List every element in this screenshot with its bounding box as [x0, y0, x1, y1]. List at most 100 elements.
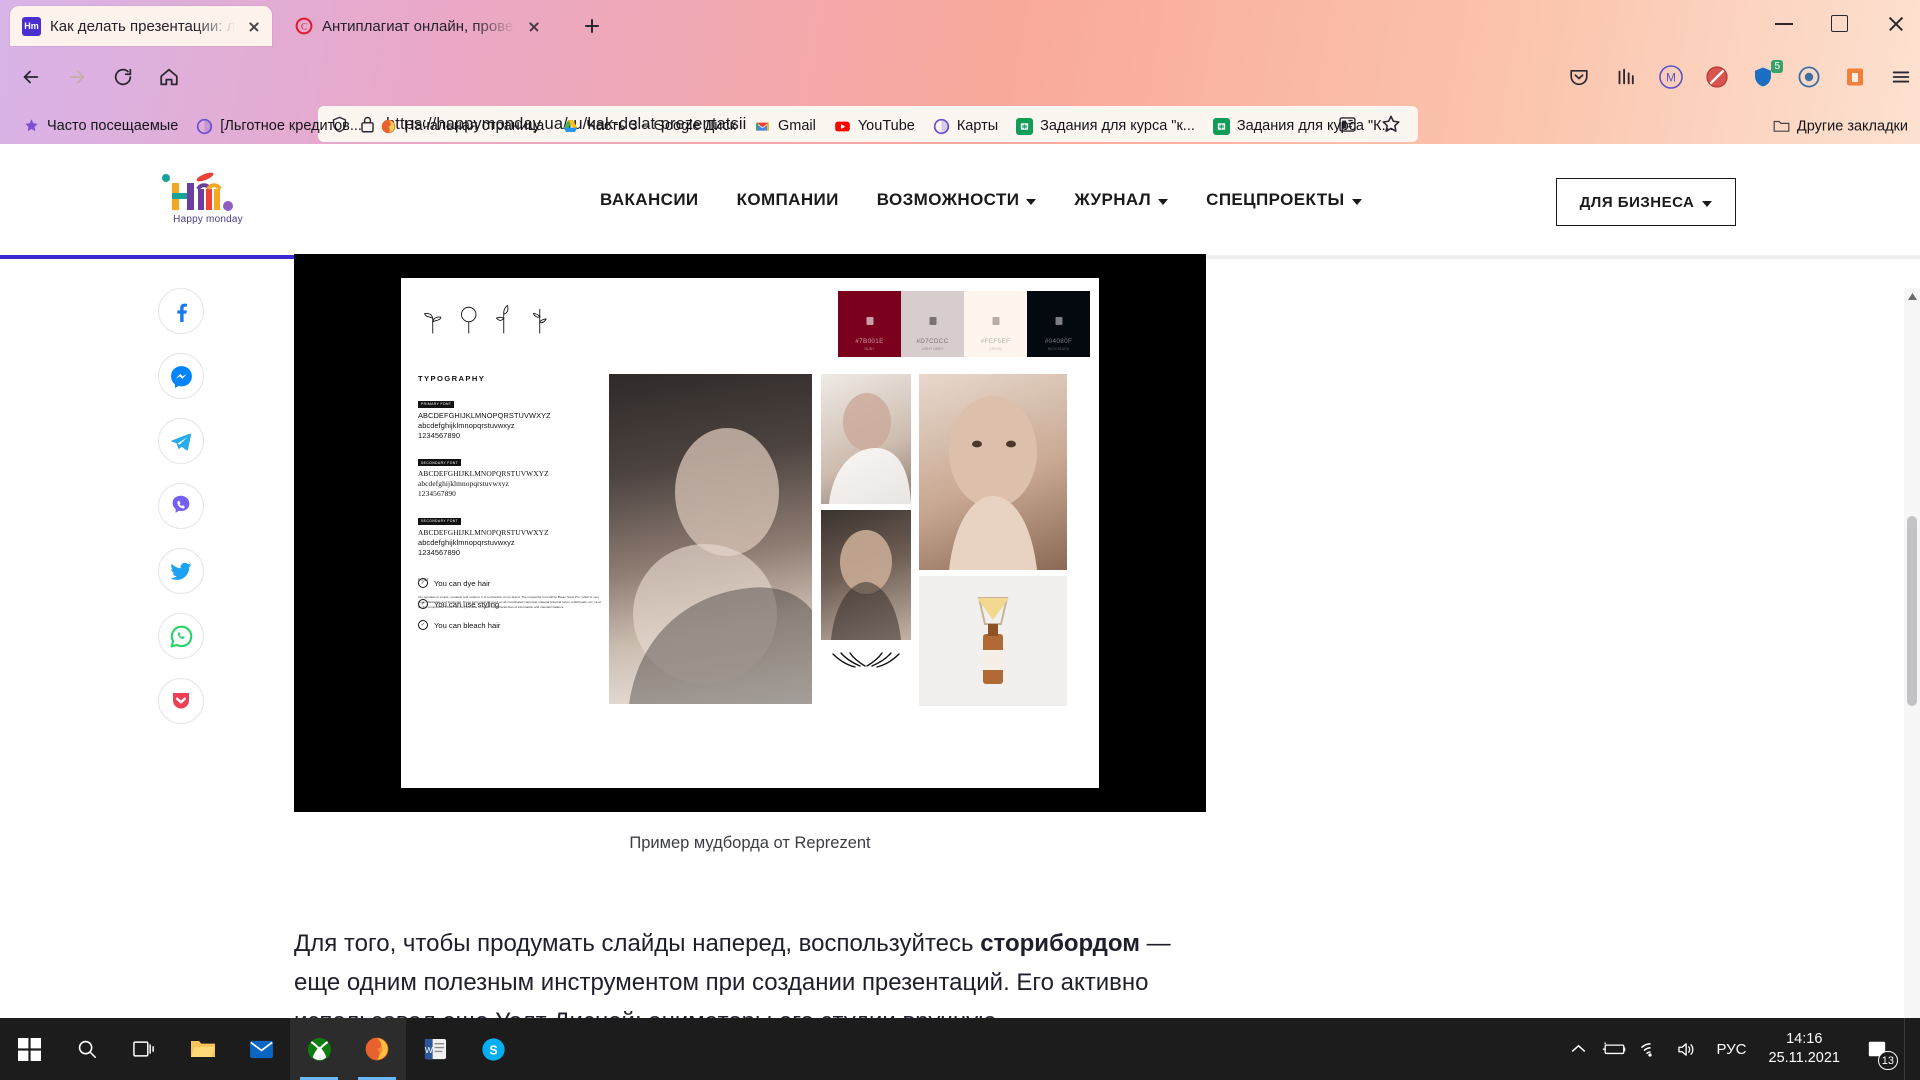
battery-icon[interactable]	[1596, 1018, 1632, 1080]
new-tab-button[interactable]	[578, 12, 606, 40]
for-business-button[interactable]: ДЛЯ БИЗНЕСА	[1556, 178, 1736, 226]
pocket-share-icon[interactable]	[158, 678, 204, 724]
swatch-sub: RICH BLACK	[1047, 347, 1070, 351]
vertical-scrollbar[interactable]	[1904, 288, 1920, 1018]
extension-icon[interactable]	[1790, 58, 1828, 96]
scroll-up-arrow[interactable]	[1904, 288, 1920, 304]
lock-icon	[866, 317, 873, 325]
whatsapp-share-icon[interactable]	[158, 613, 204, 659]
swatch-sub: CREAM	[989, 347, 1002, 351]
bookmark-item-0[interactable]: Часто посещаемые	[14, 114, 187, 139]
bookmark-label: [Льготное кредитов...	[220, 118, 362, 134]
close-window-button[interactable]	[1868, 0, 1920, 46]
reload-button[interactable]	[104, 58, 142, 96]
browser-tab-1[interactable]: Hm Как делать презентации: лайф	[10, 6, 272, 46]
wifi-icon[interactable]	[1632, 1018, 1668, 1080]
article-paragraph: Для того, чтобы продумать слайды наперед…	[294, 924, 1206, 1018]
maps-icon	[933, 118, 950, 135]
forward-button[interactable]	[58, 58, 96, 96]
start-button[interactable]	[0, 1018, 58, 1080]
messenger-share-icon[interactable]	[158, 353, 204, 399]
bullet-item: ✓ You can dye hair	[418, 578, 598, 588]
bookmark-item-7[interactable]: Задания для курса "к...	[1007, 114, 1204, 139]
bookmark-item-4[interactable]: Gmail	[745, 114, 825, 139]
word-button[interactable]: W	[406, 1018, 464, 1080]
xbox-button[interactable]	[290, 1018, 348, 1080]
telegram-share-icon[interactable]	[158, 418, 204, 464]
font-lowercase: abcdefghijklmnopqrstuvwxyz	[418, 537, 515, 547]
search-button[interactable]	[58, 1018, 116, 1080]
firefox-button[interactable]	[348, 1018, 406, 1080]
bookmark-item-1[interactable]: [Льготное кредитов...	[187, 114, 371, 139]
bookmark-item-3[interactable]: Часть 3 – Google Диск	[553, 114, 745, 139]
volume-icon[interactable]	[1668, 1018, 1704, 1080]
font-label: SECONDARY FONT	[418, 517, 462, 525]
clock[interactable]: 14:16 25.11.2021	[1759, 1030, 1851, 1068]
bookmark-item-6[interactable]: Карты	[924, 114, 1007, 139]
favicon-text: Hm	[24, 21, 39, 31]
bookmark-label: Задания для курса "к...	[1040, 118, 1195, 134]
nav-item-opportunities[interactable]: ВОЗМОЖНОСТИ	[877, 190, 1037, 210]
nav-item-specprojects[interactable]: СПЕЦПРОЕКТЫ	[1206, 190, 1362, 210]
show-hidden-icons[interactable]	[1560, 1018, 1596, 1080]
maximize-button[interactable]	[1812, 0, 1868, 46]
swatch-hex: #7B001E	[855, 338, 884, 345]
browser-tab-2[interactable]: C Антиплагиат онлайн, провер	[282, 6, 552, 46]
nav-item-companies[interactable]: КОМПАНИИ	[737, 190, 839, 210]
site-logo[interactable]: Happy monday	[158, 166, 258, 236]
lock-icon	[992, 317, 999, 325]
bookmark-item-2[interactable]: Начальная страница	[371, 114, 553, 139]
scrollbar-thumb[interactable]	[1907, 516, 1917, 706]
home-button[interactable]	[150, 58, 188, 96]
svg-text:S: S	[489, 1043, 497, 1057]
language-indicator[interactable]: РУС	[1704, 1041, 1758, 1058]
file-explorer-button[interactable]	[174, 1018, 232, 1080]
twitter-share-icon[interactable]	[158, 548, 204, 594]
clock-time: 14:16	[1786, 1031, 1823, 1047]
viber-share-icon[interactable]	[158, 483, 204, 529]
star-folder-icon	[23, 118, 40, 135]
happymonday-favicon: Hm	[22, 16, 41, 36]
nav-label: ВАКАНСИИ	[600, 190, 699, 209]
mail-button[interactable]	[232, 1018, 290, 1080]
adblock-icon[interactable]	[1698, 58, 1736, 96]
font-block-secondary-2: SECONDARY FONT ABCDEFGHIJKLMNOPQRSTUVWXY…	[418, 509, 603, 558]
bookmark-label: YouTube	[857, 118, 915, 134]
close-icon[interactable]	[244, 16, 264, 36]
task-view-button[interactable]	[116, 1018, 174, 1080]
nav-item-journal[interactable]: ЖУРНАЛ	[1074, 190, 1169, 210]
paragraph-lead: Для того, чтобы продумать слайды наперед…	[294, 930, 981, 957]
minimize-button[interactable]	[1756, 0, 1812, 46]
sheets-icon	[1212, 117, 1230, 135]
nav-item-vacancies[interactable]: ВАКАНСИИ	[600, 190, 699, 210]
shield-extension-icon[interactable]: 5	[1744, 58, 1783, 96]
skype-button[interactable]: S	[464, 1018, 522, 1080]
pocket-icon[interactable]	[1560, 58, 1598, 96]
close-icon[interactable]	[524, 16, 544, 36]
main-navigation: ВАКАНСИИ КОМПАНИИ ВОЗМОЖНОСТИ ЖУРНАЛ СПЕ…	[600, 190, 1362, 210]
library-icon[interactable]	[1606, 58, 1644, 96]
bullet-item: ✓ You can use styling	[418, 599, 598, 609]
typography-heading: TYPOGRAPHY	[418, 374, 486, 383]
svg-text:C: C	[300, 22, 306, 32]
notification-center-icon[interactable]: 13	[1850, 1018, 1904, 1080]
account-icon[interactable]: M	[1652, 58, 1690, 96]
nav-label: ЖУРНАЛ	[1074, 190, 1152, 209]
lock-icon	[1055, 317, 1062, 325]
svg-text:W: W	[424, 1045, 433, 1055]
color-swatch: #D7CDCC LIGHT GREY	[901, 291, 964, 357]
bookmark-label: Карты	[956, 118, 999, 134]
facebook-share-icon[interactable]	[158, 288, 204, 334]
show-desktop-button[interactable]	[1904, 1018, 1912, 1080]
bookmark-item-5[interactable]: YouTube	[825, 114, 924, 139]
extension-icon-orange[interactable]	[1836, 58, 1874, 96]
browser-toolbar: https://happymonday.ua/ru/kak-delat-prez…	[0, 46, 1920, 142]
font-lowercase: abcdefghijklmnopqrstuvwxyz	[418, 420, 515, 430]
app-menu-icon[interactable]	[1882, 58, 1920, 96]
tree-icon	[460, 306, 476, 334]
moodboard-photo-midbottom	[821, 510, 911, 640]
moodboard-photo-right-face	[919, 374, 1067, 570]
other-bookmarks-button[interactable]: Другие закладки	[1773, 118, 1908, 135]
back-button[interactable]	[12, 58, 50, 96]
bookmark-item-8[interactable]: Задания для курса "К...	[1204, 114, 1403, 139]
